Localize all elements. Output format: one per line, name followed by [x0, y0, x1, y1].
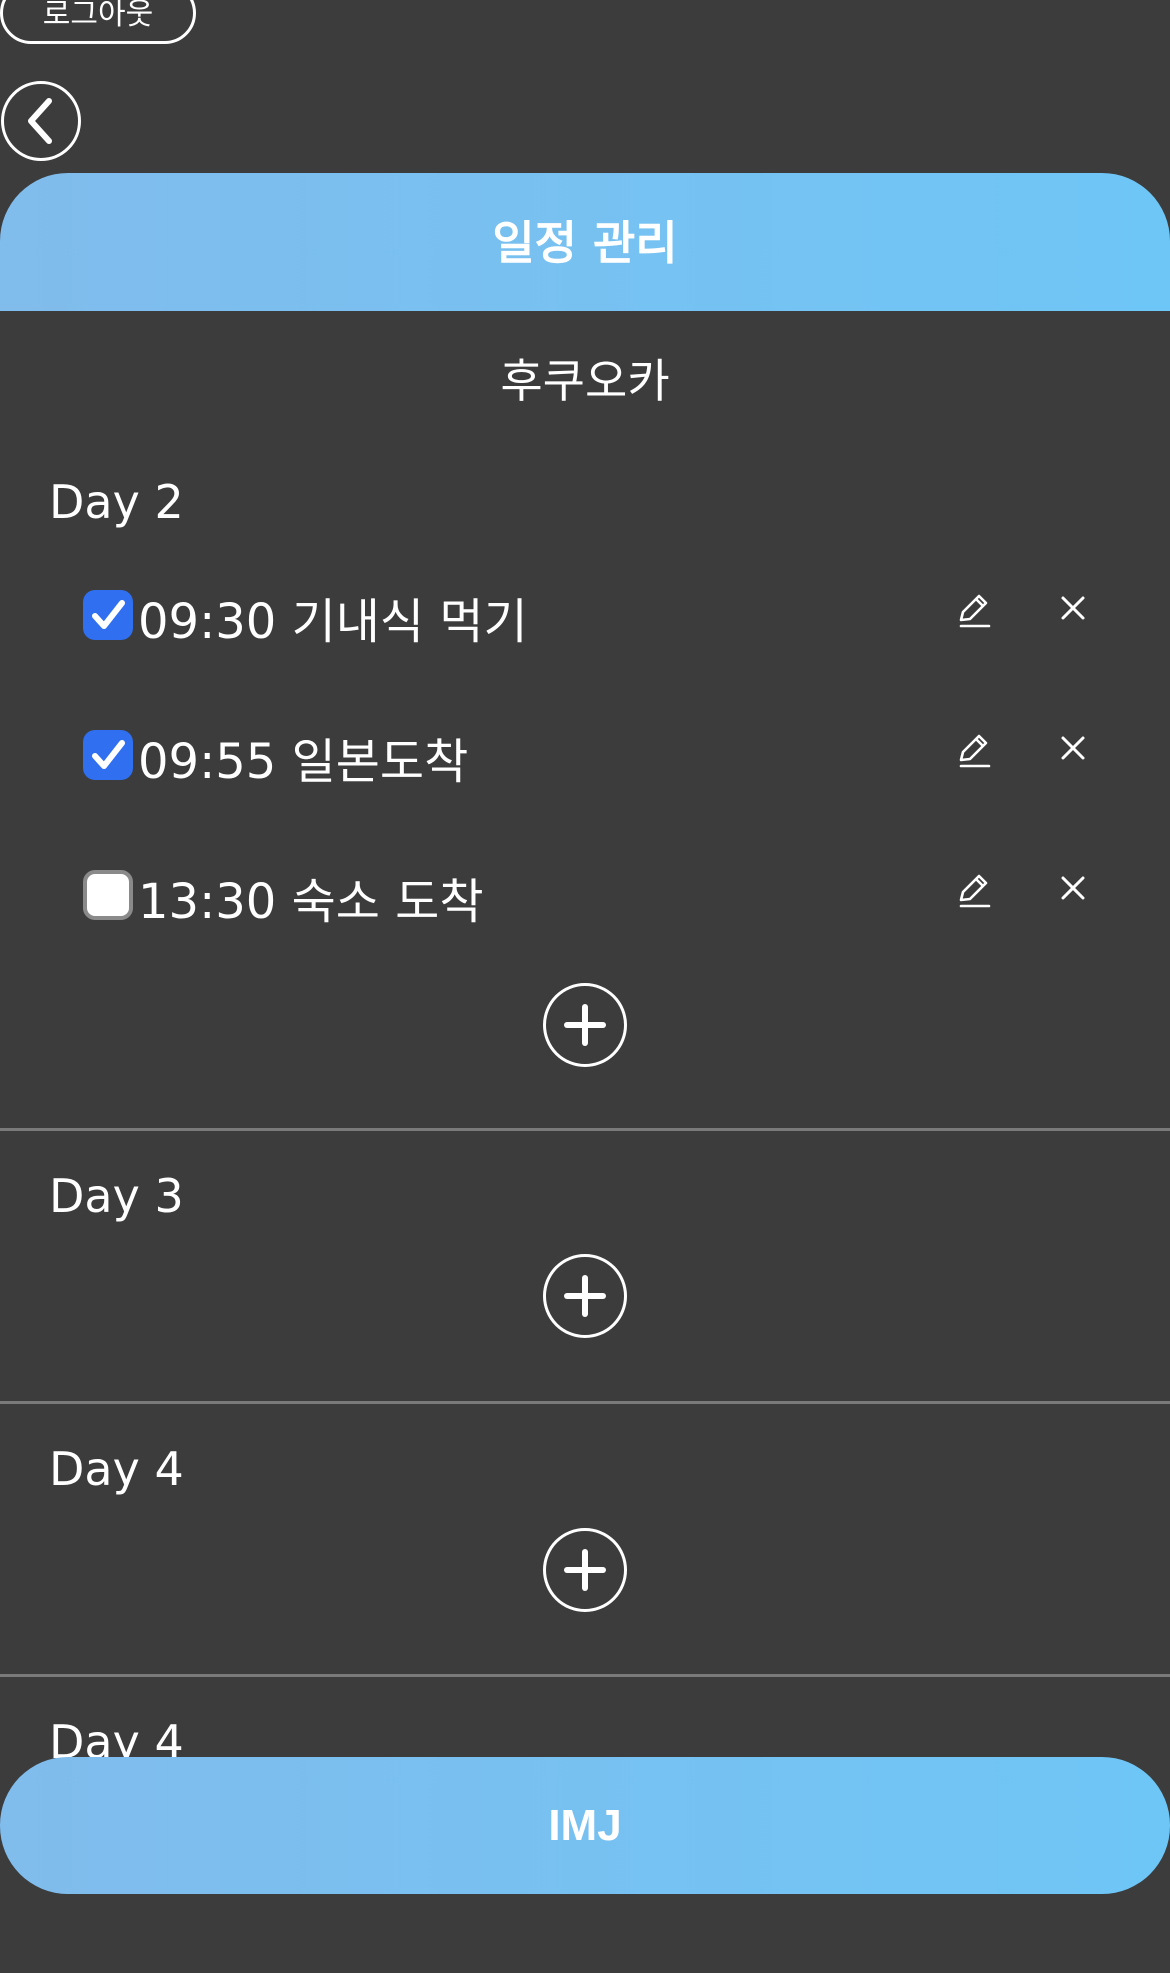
plus-icon — [564, 1549, 606, 1591]
task-row: 09:30 기내식 먹기 — [0, 570, 1170, 650]
day-title: Day 4 — [49, 1715, 184, 1758]
close-icon — [1061, 876, 1085, 900]
day-section: Day 4 — [0, 1677, 1170, 1758]
chevron-left-icon — [28, 98, 52, 144]
pencil-icon — [959, 594, 991, 628]
day-section: Day 2 09:30 기내식 먹기 09:55 일본도착 13:30 숙소 도… — [0, 440, 1170, 1130]
logout-button[interactable]: 로그아웃 — [0, 0, 196, 44]
footer-bar[interactable]: IMJ — [0, 1757, 1170, 1894]
task-text: 09:30 기내식 먹기 — [138, 594, 528, 650]
day-title: Day 3 — [49, 1169, 184, 1223]
delete-button[interactable] — [1055, 730, 1091, 766]
check-icon — [92, 600, 125, 629]
check-icon — [92, 740, 125, 769]
footer-label: IMJ — [548, 1800, 622, 1850]
trip-title: 후쿠오카 — [500, 354, 670, 408]
task-row: 13:30 숙소 도착 — [0, 850, 1170, 930]
day-title: Day 4 — [49, 1442, 184, 1496]
day-section: Day 4 — [0, 1404, 1170, 1676]
edit-button[interactable] — [953, 870, 993, 910]
day-section: Day 3 — [0, 1131, 1170, 1403]
pencil-icon — [959, 734, 991, 768]
delete-button[interactable] — [1055, 870, 1091, 906]
pencil-icon — [959, 874, 991, 908]
task-row: 09:55 일본도착 — [0, 710, 1170, 790]
task-text: 09:55 일본도착 — [138, 734, 469, 790]
add-task-button[interactable] — [543, 1528, 627, 1612]
delete-button[interactable] — [1055, 590, 1091, 626]
add-task-button[interactable] — [543, 1254, 627, 1338]
task-checkbox[interactable] — [83, 870, 133, 920]
task-checkbox[interactable] — [83, 590, 133, 640]
schedule-list[interactable]: Day 2 09:30 기내식 먹기 09:55 일본도착 13:30 숙소 도… — [0, 440, 1170, 1758]
close-icon — [1061, 736, 1085, 760]
add-task-button[interactable] — [543, 983, 627, 1067]
page-title: 일정 관리 — [492, 216, 678, 270]
day-title: Day 2 — [49, 475, 184, 529]
edit-button[interactable] — [953, 590, 993, 630]
plus-icon — [564, 1275, 606, 1317]
schedule-page: 로그아웃 일정 관리 후쿠오카 Day 2 09:30 기내식 먹기 09:55… — [0, 0, 1170, 1973]
header-bar: 일정 관리 — [0, 173, 1170, 311]
plus-icon — [564, 1004, 606, 1046]
task-text: 13:30 숙소 도착 — [138, 874, 484, 930]
edit-button[interactable] — [953, 730, 993, 770]
close-icon — [1061, 596, 1085, 620]
back-button[interactable] — [1, 81, 81, 161]
task-checkbox[interactable] — [83, 730, 133, 780]
